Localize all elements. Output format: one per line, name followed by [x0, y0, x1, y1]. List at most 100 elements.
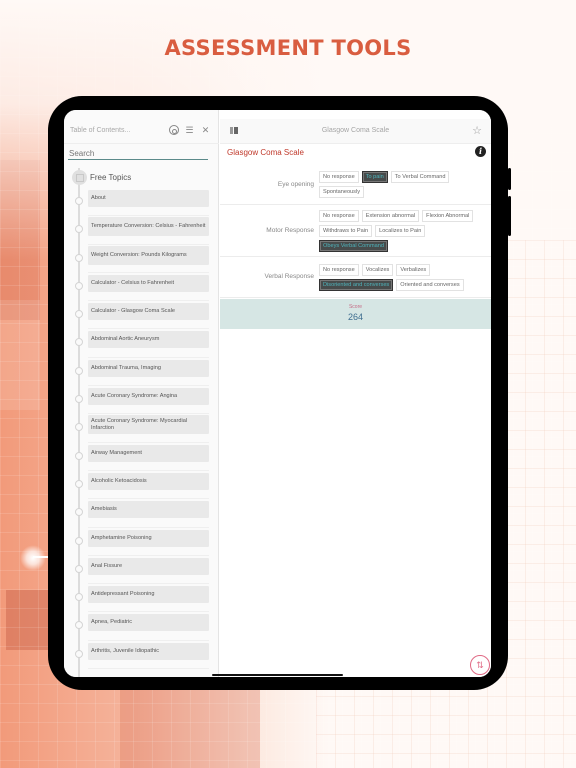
topic-list-item[interactable]: Anal Fissure [64, 556, 219, 585]
topic-label[interactable]: Amphetamine Poisoning [88, 529, 209, 547]
star-icon[interactable]: ☆ [472, 124, 482, 137]
topic-label[interactable]: Calculator - Celsius to Fahrenheit [88, 274, 209, 292]
headline: ASSESSMENT TOOLS [164, 36, 412, 60]
options-verbal-response: No response Vocalizes Verbalizes Disoriente… [319, 264, 489, 291]
topic-list-item[interactable]: Amebiasis [64, 499, 219, 528]
topic-label[interactable]: Temperature Conversion: Celsius - Fahren… [88, 217, 209, 237]
option-button[interactable]: Withdraws to Pain [319, 225, 373, 237]
options-eye-opening: No response To pain To Verbal Command Spont… [319, 171, 489, 198]
option-button[interactable]: Localizes to Pain [375, 225, 426, 237]
close-icon[interactable]: ✕ [199, 124, 212, 137]
option-button[interactable]: Spontaneously [319, 186, 365, 198]
tree-node-icon [75, 395, 83, 404]
topic-list-item[interactable]: Arthritis, Juvenile Idiopathic [64, 641, 219, 670]
topic-label[interactable]: Alcoholic Ketoacidosis [88, 472, 209, 490]
topic-label[interactable]: Acute Coronary Syndrome: Myocardial Infa… [88, 415, 209, 435]
section-verbal-response: Verbal Response No response Vocalizes Verb… [220, 257, 491, 298]
filter-button[interactable]: ⇅ [470, 655, 490, 675]
topic-list-item[interactable]: Apnea, Pediatric [64, 612, 219, 641]
option-button[interactable]: No response [319, 210, 359, 222]
topic-list-item[interactable]: Acute Coronary Syndrome: Angina [64, 386, 219, 415]
topic-label[interactable]: Calculator - Glasgow Coma Scale [88, 303, 209, 321]
tree-node-icon [75, 508, 83, 517]
volume-button [508, 196, 511, 236]
tree-node-icon [75, 366, 83, 375]
page-header: Glasgow Coma Scale i [220, 145, 491, 167]
topic-label[interactable]: Acute Coronary Syndrome: Angina [88, 388, 209, 406]
search-icon[interactable] [167, 124, 180, 137]
tree-node-icon [75, 423, 83, 432]
tree-node-icon [75, 197, 83, 205]
topic-list-item[interactable]: Acute Coronary Syndrome: Myocardial Infa… [64, 414, 219, 443]
page-title: Glasgow Coma Scale [227, 148, 304, 157]
topic-list-item[interactable]: Abdominal Aortic Aneurysm [64, 329, 219, 358]
toc-title[interactable]: Table of Contents... [70, 127, 130, 134]
topic-list: About Temperature Conversion: Celsius - F… [64, 188, 219, 670]
option-button[interactable]: Disoriented and converses [319, 279, 394, 291]
option-button[interactable]: No response [319, 264, 359, 276]
topic-label[interactable]: Abdominal Trauma, Imaging [88, 359, 209, 377]
topic-list-item[interactable]: Temperature Conversion: Celsius - Fahren… [64, 216, 219, 245]
tree-node-icon [75, 225, 83, 234]
option-button[interactable]: No response [319, 171, 359, 183]
score-box: Score 264 [220, 299, 491, 329]
topic-label[interactable]: Amebiasis [88, 501, 209, 519]
topic-list-item[interactable]: Calculator - Celsius to Fahrenheit [64, 273, 219, 302]
topic-label[interactable]: About [88, 190, 209, 207]
background-glow [20, 545, 46, 571]
tree-node-icon [75, 564, 83, 573]
free-topics-group[interactable]: Free Topics [72, 170, 131, 185]
tree-node-icon [75, 621, 83, 630]
tree-node-icon [75, 310, 83, 319]
option-button[interactable]: Verbalizes [396, 264, 431, 276]
topic-label[interactable]: Weight Conversion: Pounds Kilograms [88, 245, 209, 265]
topic-list-item[interactable]: Abdominal Trauma, Imaging [64, 358, 219, 387]
section-label: Verbal Response [264, 273, 314, 280]
option-button[interactable]: Obeys Verbal Command [319, 240, 388, 252]
topic-label[interactable]: Airway Management [88, 444, 209, 462]
group-label: Free Topics [90, 173, 132, 182]
tree-node-icon [75, 593, 83, 602]
signpost-icon[interactable]: ☰ [183, 124, 196, 137]
tree-node-icon [75, 338, 83, 347]
tree-node-icon [75, 451, 83, 460]
section-eye-opening: Eye opening No response To pain To Verbal … [220, 167, 491, 205]
section-label: Motor Response [266, 227, 314, 234]
sliders-icon: ⇅ [476, 660, 484, 670]
section-label: Eye opening [277, 181, 314, 188]
topic-list-item[interactable]: About [64, 188, 219, 217]
info-icon[interactable]: i [475, 146, 486, 157]
tree-node-icon [75, 649, 83, 658]
topic-list-item[interactable]: Alcoholic Ketoacidosis [64, 471, 219, 500]
options-motor-response: No response Extension abnormal Flexion Abn… [319, 210, 489, 252]
option-button[interactable]: Oriented and converses [396, 279, 464, 291]
topic-label[interactable]: Apnea, Pediatric [88, 614, 209, 632]
topic-list-item[interactable]: Antidepressant Poisoning [64, 584, 219, 613]
tree-node-icon [75, 536, 83, 545]
nav-title: Glasgow Coma Scale [321, 127, 390, 134]
option-button[interactable]: To pain [361, 171, 388, 183]
tablet-frame: 11:43 AM Fri Dec 1 ▼ 100% Table of Conte… [48, 96, 511, 690]
search-input[interactable] [68, 148, 208, 160]
topic-list-item[interactable]: Calculator - Glasgow Coma Scale [64, 301, 219, 330]
score-value: 264 [347, 312, 364, 322]
topic-label[interactable]: Arthritis, Juvenile Idiopathic [88, 642, 209, 660]
tree-node-icon [75, 253, 83, 262]
topic-label[interactable]: Anal Fissure [88, 557, 209, 575]
topic-label[interactable]: Abdominal Aortic Aneurysm [88, 331, 209, 349]
option-button[interactable]: Flexion Abnormal [422, 210, 474, 222]
tree-node-icon [75, 479, 83, 488]
home-indicator[interactable] [212, 674, 343, 676]
sidebar-header: Table of Contents... ☰ ✕ [64, 119, 219, 144]
option-button[interactable]: Extension abnormal [361, 210, 420, 222]
main-panel: Glasgow Coma Scale ☆ Glasgow Coma Scale … [220, 110, 491, 677]
screen: 11:43 AM Fri Dec 1 ▼ 100% Table of Conte… [64, 110, 491, 677]
option-button[interactable]: Vocalizes [361, 264, 394, 276]
topic-list-item[interactable]: Amphetamine Poisoning [64, 528, 219, 556]
topic-label[interactable]: Antidepressant Poisoning [88, 586, 209, 604]
nav-bar: Glasgow Coma Scale ☆ [220, 119, 491, 144]
option-button[interactable]: To Verbal Command [390, 171, 450, 183]
topic-list-item[interactable]: Airway Management [64, 443, 219, 471]
topic-list-item[interactable]: Weight Conversion: Pounds Kilograms [64, 245, 219, 273]
section-motor-response: Motor Response No response Extension abno… [220, 205, 491, 257]
